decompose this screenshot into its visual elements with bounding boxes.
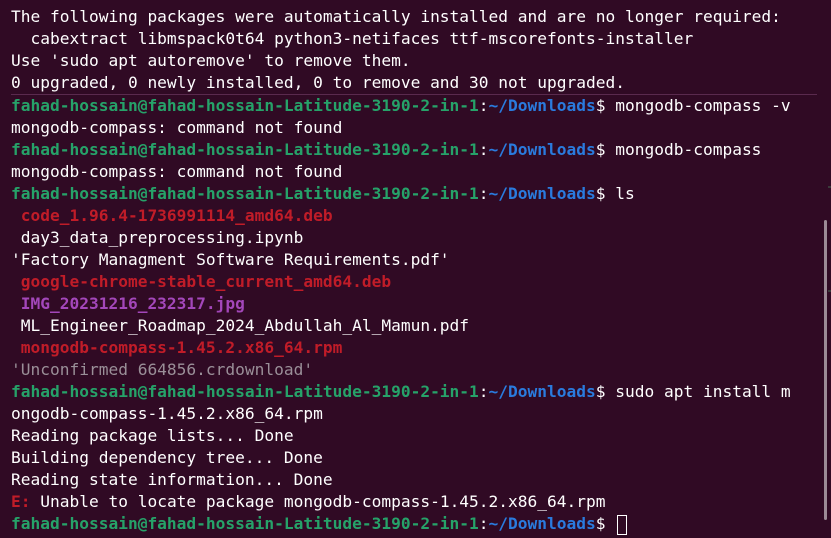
error-prefix: E: xyxy=(11,492,31,511)
vertical-scrollbar[interactable] xyxy=(824,220,827,520)
prompt-user-host: fahad-hossain@fahad-hossain-Latitude-319… xyxy=(11,96,479,115)
autoremove-notice: The following packages were automaticall… xyxy=(11,7,781,26)
output-line: 0 upgraded, 0 newly installed, 0 to remo… xyxy=(11,72,817,94)
prompt-path: ~/Downloads xyxy=(488,96,596,115)
prompt-colon: : xyxy=(478,514,489,533)
file-name: ML_Engineer_Roadmap_2024_Abdullah_Al_Mam… xyxy=(11,316,470,335)
file-entry: day3_data_preprocessing.ipynb xyxy=(11,227,817,249)
output-line: The following packages were automaticall… xyxy=(11,6,817,28)
prompt-colon: : xyxy=(478,96,489,115)
deb-file: google-chrome-stable_current_amd64.deb xyxy=(11,272,392,291)
output-line: mongodb-compass: command not found xyxy=(11,161,817,183)
command-text: mongodb-compass xyxy=(605,140,762,159)
output-line: Building dependency tree... Done xyxy=(11,447,817,469)
prompt-dollar: $ xyxy=(595,184,606,203)
image-file: IMG_20231216_232317.jpg xyxy=(11,294,245,313)
terminal-output: The following packages were automaticall… xyxy=(11,6,817,535)
output-line: Reading state information... Done xyxy=(11,469,817,491)
deb-file: code_1.96.4-1736991114_amd64.deb xyxy=(11,206,333,225)
prompt-user-host: fahad-hossain@fahad-hossain-Latitude-319… xyxy=(11,382,479,401)
prompt-dollar: $ xyxy=(595,382,606,401)
file-entry: google-chrome-stable_current_amd64.deb xyxy=(11,271,817,293)
error-output: mongodb-compass: command not found xyxy=(11,162,343,181)
prompt-line: fahad-hossain@fahad-hossain-Latitude-319… xyxy=(11,183,817,205)
file-entry: mongodb-compass-1.45.2.x86_64.rpm xyxy=(11,337,817,359)
prompt-user-host: fahad-hossain@fahad-hossain-Latitude-319… xyxy=(11,140,479,159)
error-output: mongodb-compass: command not found xyxy=(11,118,343,137)
active-prompt-line[interactable]: fahad-hossain@fahad-hossain-Latitude-319… xyxy=(11,513,817,535)
prompt-line: fahad-hossain@fahad-hossain-Latitude-319… xyxy=(11,139,817,161)
output-line: ongodb-compass-1.45.2.x86_64.rpm xyxy=(11,403,817,425)
prompt-path: ~/Downloads xyxy=(488,382,596,401)
error-message: Unable to locate package mongodb-compass… xyxy=(30,492,606,511)
prompt-dollar: $ xyxy=(595,96,606,115)
prompt-path: ~/Downloads xyxy=(488,140,596,159)
apt-status: Building dependency tree... Done xyxy=(11,448,323,467)
prompt-path: ~/Downloads xyxy=(488,514,596,533)
output-line: Reading package lists... Done xyxy=(11,425,817,447)
command-text: mongodb-compass -v xyxy=(605,96,791,115)
command-text: ls xyxy=(605,184,635,203)
rpm-file: mongodb-compass-1.45.2.x86_64.rpm xyxy=(11,338,343,357)
prompt-colon: : xyxy=(478,184,489,203)
apt-status: Reading state information... Done xyxy=(11,470,333,489)
command-text: sudo apt install m xyxy=(605,382,791,401)
file-entry: 'Factory Managment Software Requirements… xyxy=(11,249,817,271)
prompt-dollar: $ xyxy=(595,514,606,533)
output-line: cabextract libmspack0t64 python3-netifac… xyxy=(11,28,817,50)
prompt-colon: : xyxy=(478,382,489,401)
output-line: Use 'sudo apt autoremove' to remove them… xyxy=(11,50,817,72)
prompt-path: ~/Downloads xyxy=(488,184,596,203)
output-line: E: Unable to locate package mongodb-comp… xyxy=(11,491,817,513)
prompt-dollar: $ xyxy=(595,140,606,159)
prompt-line: fahad-hossain@fahad-hossain-Latitude-319… xyxy=(11,94,817,117)
file-entry: code_1.96.4-1736991114_amd64.deb xyxy=(11,205,817,227)
file-entry: IMG_20231216_232317.jpg xyxy=(11,293,817,315)
terminal-window[interactable]: The following packages were automaticall… xyxy=(0,0,831,538)
package-list: cabextract libmspack0t64 python3-netifac… xyxy=(11,29,694,48)
output-line: mongodb-compass: command not found xyxy=(11,117,817,139)
text-cursor[interactable] xyxy=(617,514,628,535)
apt-status: Reading package lists... Done xyxy=(11,426,294,445)
file-name: 'Factory Managment Software Requirements… xyxy=(11,250,450,269)
file-name: day3_data_preprocessing.ipynb xyxy=(11,228,304,247)
file-entry: ML_Engineer_Roadmap_2024_Abdullah_Al_Mam… xyxy=(11,315,817,337)
partial-download-file: 'Unconfirmed 664856.crdownload' xyxy=(11,360,314,379)
prompt-colon: : xyxy=(478,140,489,159)
prompt-line: fahad-hossain@fahad-hossain-Latitude-319… xyxy=(11,381,817,403)
file-entry: 'Unconfirmed 664856.crdownload' xyxy=(11,359,817,381)
autoremove-hint: Use 'sudo apt autoremove' to remove them… xyxy=(11,51,411,70)
prompt-user-host: fahad-hossain@fahad-hossain-Latitude-319… xyxy=(11,514,479,533)
upgrade-summary: 0 upgraded, 0 newly installed, 0 to remo… xyxy=(11,73,625,92)
prompt-user-host: fahad-hossain@fahad-hossain-Latitude-319… xyxy=(11,184,479,203)
command-wrap: ongodb-compass-1.45.2.x86_64.rpm xyxy=(11,404,323,423)
